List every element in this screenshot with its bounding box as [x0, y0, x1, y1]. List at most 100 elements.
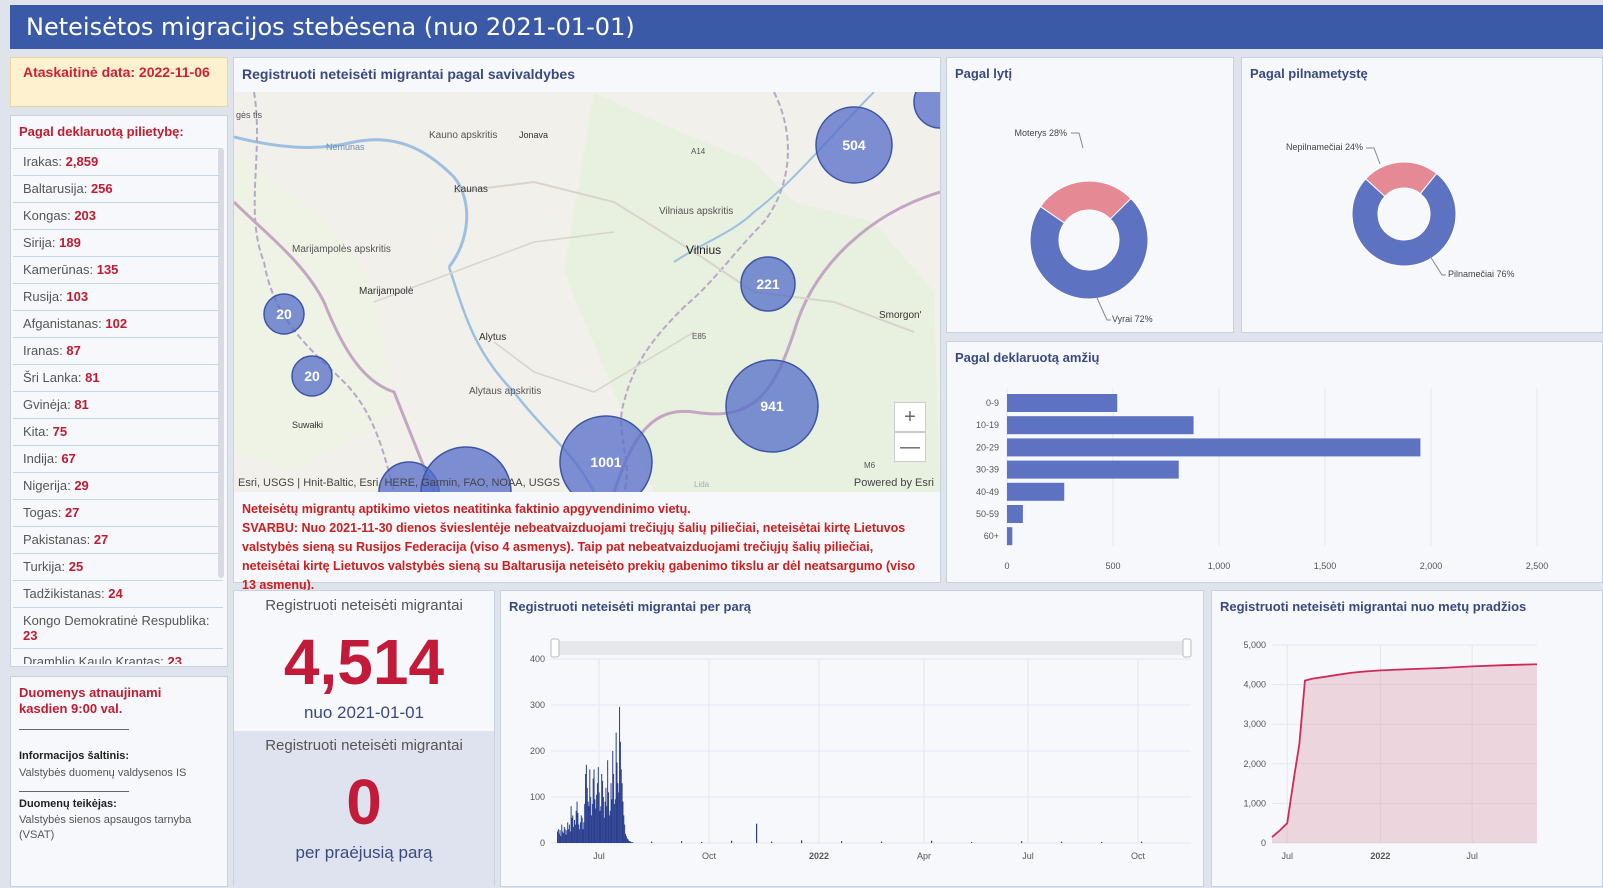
zoom-out-button[interactable]: —: [894, 432, 926, 462]
daily-bar[interactable]: [572, 815, 573, 843]
daily-bar[interactable]: [566, 835, 567, 843]
daily-bar[interactable]: [568, 829, 569, 843]
daily-bar[interactable]: [629, 841, 630, 843]
citizenship-item[interactable]: Gvinėja: 81: [13, 391, 223, 418]
daily-bar[interactable]: [579, 829, 580, 843]
gender-chart[interactable]: Moterys 28%Vyrai 72%: [947, 88, 1233, 328]
daily-bar[interactable]: [600, 811, 601, 843]
age-bar[interactable]: [1007, 394, 1117, 412]
daily-bar[interactable]: [628, 839, 629, 843]
daily-bar[interactable]: [580, 822, 581, 843]
daily-bar[interactable]: [560, 830, 561, 843]
daily-bar[interactable]: [631, 842, 632, 843]
daily-bar[interactable]: [561, 825, 562, 843]
daily-bar[interactable]: [731, 841, 732, 843]
range-slider-handle-right[interactable]: [1183, 639, 1191, 657]
daily-bar[interactable]: [610, 811, 611, 843]
daily-bar[interactable]: [614, 804, 615, 843]
citizenship-item[interactable]: Dramblio Kaulo Krantas: 23: [13, 648, 223, 664]
daily-bar[interactable]: [1141, 842, 1142, 843]
range-slider-handle-left[interactable]: [551, 639, 559, 657]
age-bar[interactable]: [1007, 483, 1064, 501]
citizenship-item[interactable]: Irakas: 2,859: [13, 148, 223, 175]
citizenship-item[interactable]: Rusija: 103: [13, 283, 223, 310]
daily-bar[interactable]: [622, 783, 623, 843]
citizenship-item[interactable]: Kamerūnas: 135: [13, 256, 223, 283]
daily-bar[interactable]: [615, 799, 616, 843]
daily-bar[interactable]: [557, 832, 558, 844]
daily-bar[interactable]: [841, 841, 842, 843]
daily-bar[interactable]: [578, 825, 579, 843]
citizenship-item[interactable]: Turkija: 25: [13, 553, 223, 580]
daily-bar[interactable]: [612, 751, 613, 843]
daily-bar[interactable]: [563, 833, 564, 843]
daily-bar[interactable]: [971, 842, 972, 843]
daily-bar[interactable]: [592, 804, 593, 843]
daily-bar[interactable]: [605, 802, 606, 843]
daily-bar[interactable]: [1021, 841, 1022, 843]
map-view[interactable]: Kauno apskritisJonavaKaunasMarijampolės …: [234, 92, 940, 492]
daily-bar[interactable]: [588, 806, 589, 843]
daily-bar[interactable]: [598, 767, 599, 843]
adult-chart[interactable]: Nepilnamečiai 24%Pilnamečiai 76%: [1242, 88, 1602, 328]
daily-bar[interactable]: [613, 774, 614, 843]
daily-bar[interactable]: [591, 815, 592, 843]
daily-bar[interactable]: [597, 783, 598, 843]
daily-bar[interactable]: [566, 830, 567, 843]
daily-bar[interactable]: [606, 806, 607, 843]
daily-bar[interactable]: [601, 774, 602, 843]
age-chart[interactable]: 05001,0001,5002,0002,5000-910-1920-2930-…: [947, 372, 1602, 582]
age-bar[interactable]: [1007, 438, 1420, 456]
daily-bar[interactable]: [771, 842, 772, 843]
daily-bar[interactable]: [931, 841, 932, 843]
range-slider[interactable]: [551, 641, 1191, 655]
zoom-in-button[interactable]: +: [894, 402, 926, 432]
daily-bar[interactable]: [571, 806, 572, 843]
citizenship-item[interactable]: Togas: 27: [13, 499, 223, 526]
citizenship-list[interactable]: Irakas: 2,859Baltarusija: 256Kongas: 203…: [13, 148, 223, 664]
citizenship-item[interactable]: Tadžikistanas: 24: [13, 580, 223, 607]
daily-bar[interactable]: [619, 707, 620, 843]
daily-bar[interactable]: [588, 802, 589, 843]
daily-bar[interactable]: [602, 781, 603, 843]
age-bar[interactable]: [1007, 505, 1023, 523]
daily-bar[interactable]: [594, 769, 595, 843]
daily-bar[interactable]: [617, 763, 618, 844]
esri-credit[interactable]: Powered by Esri: [854, 477, 934, 489]
map-canvas[interactable]: Kauno apskritisJonavaKaunasMarijampolės …: [234, 92, 940, 492]
daily-bar[interactable]: [567, 822, 568, 843]
daily-bar[interactable]: [622, 802, 623, 843]
daily-bar[interactable]: [570, 832, 571, 844]
daily-bar[interactable]: [587, 788, 588, 843]
citizenship-item[interactable]: Kongas: 203: [13, 202, 223, 229]
citizenship-item[interactable]: Baltarusija: 256: [13, 175, 223, 202]
citizenship-item[interactable]: Kongo Demokratinė Respublika: 23: [13, 607, 223, 648]
daily-bar[interactable]: [558, 829, 559, 843]
daily-bar[interactable]: [756, 824, 757, 843]
daily-bar[interactable]: [559, 834, 560, 843]
daily-bar[interactable]: [626, 836, 627, 843]
daily-bar[interactable]: [1101, 842, 1102, 843]
daily-bar[interactable]: [595, 809, 596, 844]
pie-slice[interactable]: [1030, 199, 1148, 299]
cumulative-chart[interactable]: 01,0002,0003,0004,0005,000Jul2022Jul: [1212, 621, 1602, 886]
age-bar[interactable]: [1007, 461, 1179, 479]
citizenship-item[interactable]: Sirija: 189: [13, 229, 223, 256]
daily-bar[interactable]: [562, 832, 563, 844]
daily-bar[interactable]: [605, 788, 606, 843]
daily-bar[interactable]: [651, 842, 652, 843]
citizenship-scrollbar[interactable]: [218, 148, 224, 578]
daily-bar[interactable]: [593, 779, 594, 843]
daily-bar[interactable]: [618, 792, 619, 843]
citizenship-item[interactable]: Pakistanas: 27: [13, 526, 223, 553]
citizenship-item[interactable]: Afganistanas: 102: [13, 310, 223, 337]
daily-bar[interactable]: [564, 827, 565, 843]
map-attribution[interactable]: Esri, USGS | Hnit-Baltic, Esri, HERE, Ga…: [238, 477, 560, 489]
daily-bar[interactable]: [604, 818, 605, 843]
daily-bar[interactable]: [583, 829, 584, 843]
age-bar[interactable]: [1007, 416, 1194, 434]
daily-bar[interactable]: [608, 792, 609, 843]
daily-bar[interactable]: [576, 811, 577, 843]
daily-bar[interactable]: [584, 804, 585, 843]
daily-bar[interactable]: [632, 842, 633, 843]
